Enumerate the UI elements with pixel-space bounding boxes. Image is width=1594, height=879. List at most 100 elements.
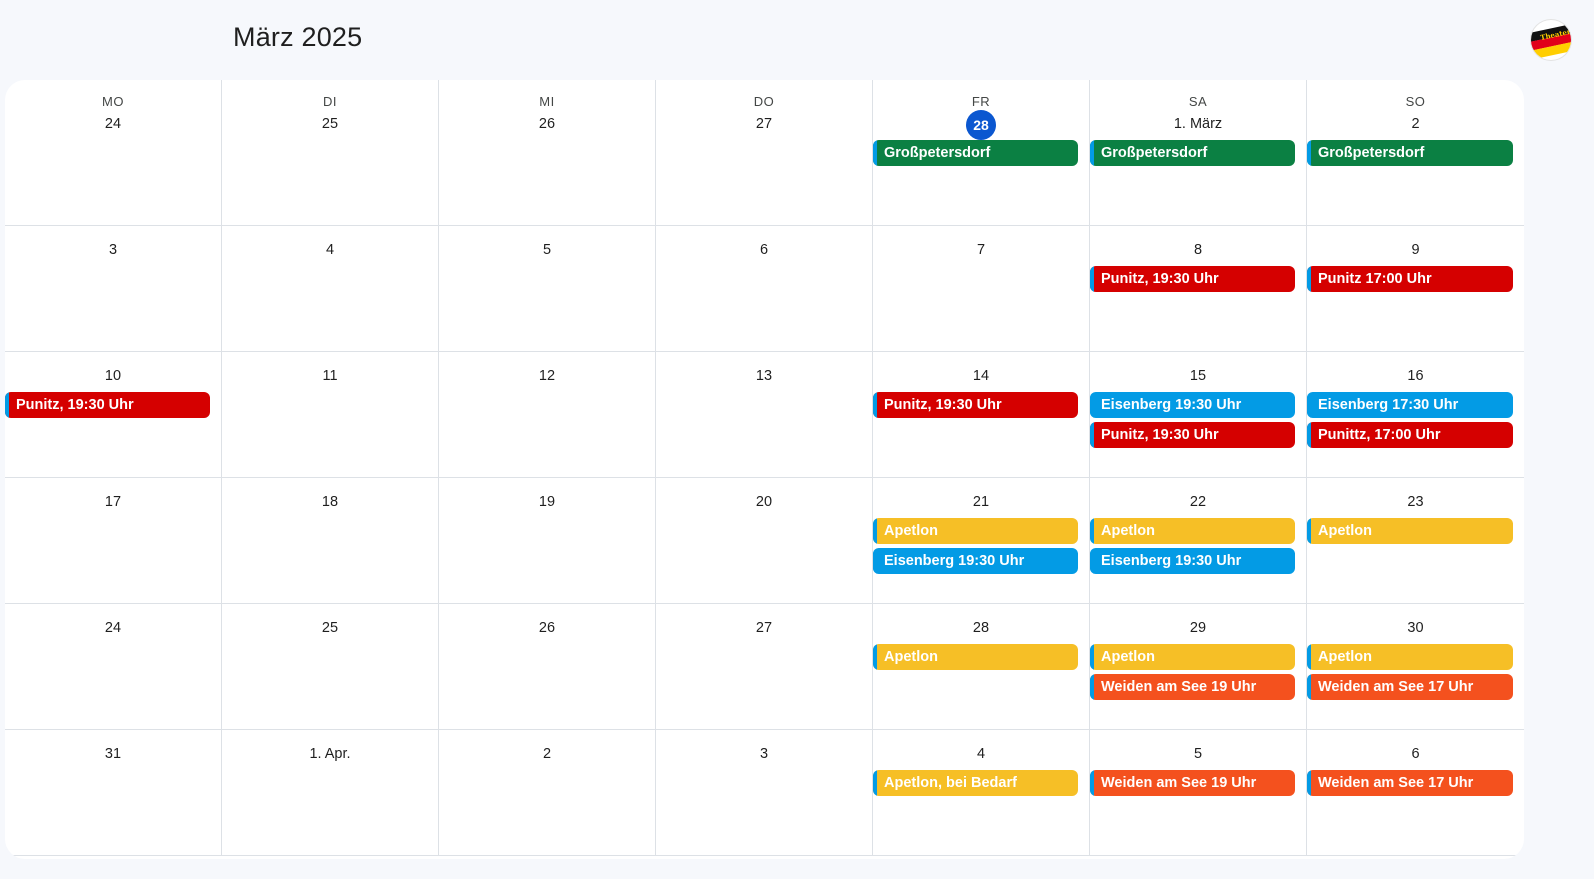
event-chip[interactable]: Großpetersdorf (873, 140, 1078, 166)
event-chip[interactable]: Apetlon, bei Bedarf (873, 770, 1078, 796)
date-number[interactable]: 25 (222, 614, 438, 642)
day-cell[interactable]: SA 1. März Großpetersdorf (1090, 80, 1307, 226)
day-cell[interactable]: DI 25 (222, 80, 439, 226)
date-number[interactable]: 13 (656, 362, 872, 390)
date-number[interactable]: 12 (439, 362, 655, 390)
date-number[interactable]: 10 (5, 362, 221, 390)
date-number[interactable]: 3 (656, 740, 872, 768)
date-number[interactable]: 4 (222, 236, 438, 264)
date-number[interactable]: 9 (1307, 236, 1524, 264)
day-cell[interactable]: 1. Apr. (222, 730, 439, 856)
day-cell[interactable]: 4 (222, 226, 439, 352)
day-cell[interactable]: 18 (222, 478, 439, 604)
day-cell[interactable]: 3 (5, 226, 222, 352)
date-number[interactable]: 3 (5, 236, 221, 264)
day-cell[interactable]: 29 Apetlon Weiden am See 19 Uhr (1090, 604, 1307, 730)
day-cell[interactable]: 31 (5, 730, 222, 856)
date-number[interactable]: 1. Apr. (222, 740, 438, 768)
account-avatar[interactable]: Theater (1531, 20, 1571, 60)
date-number[interactable]: 7 (873, 236, 1089, 264)
day-cell[interactable]: 20 (656, 478, 873, 604)
event-chip[interactable]: Punitz, 19:30 Uhr (5, 392, 210, 418)
event-chip[interactable]: Apetlon (1307, 518, 1513, 544)
day-cell[interactable]: 11 (222, 352, 439, 478)
day-cell[interactable]: 3 (656, 730, 873, 856)
event-chip[interactable]: Weiden am See 17 Uhr (1307, 770, 1513, 796)
date-number[interactable]: 30 (1307, 614, 1524, 642)
event-chip[interactable]: Eisenberg 19:30 Uhr (873, 548, 1078, 574)
date-number[interactable]: 25 (222, 110, 438, 138)
date-number[interactable]: 21 (873, 488, 1089, 516)
date-number[interactable]: 29 (1090, 614, 1306, 642)
date-number[interactable]: 23 (1307, 488, 1524, 516)
day-cell[interactable]: 2 (439, 730, 656, 856)
date-number[interactable]: 28 (873, 614, 1089, 642)
day-cell[interactable]: SO 2 Großpetersdorf (1307, 80, 1524, 226)
date-number[interactable]: 16 (1307, 362, 1524, 390)
day-cell[interactable]: 21 Apetlon Eisenberg 19:30 Uhr (873, 478, 1090, 604)
day-cell[interactable]: 30 Apetlon Weiden am See 17 Uhr (1307, 604, 1524, 730)
day-cell[interactable]: 9 Punitz 17:00 Uhr (1307, 226, 1524, 352)
day-cell[interactable]: 24 (5, 604, 222, 730)
event-chip[interactable]: Punitz, 19:30 Uhr (873, 392, 1078, 418)
date-number[interactable]: 24 (5, 110, 221, 138)
event-chip[interactable]: Apetlon (1307, 644, 1513, 670)
event-chip[interactable]: Punitz, 19:30 Uhr (1090, 266, 1295, 292)
event-chip[interactable]: Eisenberg 19:30 Uhr (1090, 548, 1295, 574)
day-cell[interactable]: 28 Apetlon (873, 604, 1090, 730)
day-cell[interactable]: 15 Eisenberg 19:30 Uhr Punitz, 19:30 Uhr (1090, 352, 1307, 478)
date-number[interactable]: 5 (1090, 740, 1306, 768)
event-chip[interactable]: Apetlon (1090, 518, 1295, 544)
date-number[interactable]: 26 (439, 110, 655, 138)
date-number[interactable]: 8 (1090, 236, 1306, 264)
date-number[interactable]: 2 (439, 740, 655, 768)
date-number[interactable]: 26 (439, 614, 655, 642)
today-date-number[interactable]: 28 (873, 110, 1089, 140)
date-number[interactable]: 11 (222, 362, 438, 390)
event-chip[interactable]: Eisenberg 19:30 Uhr (1090, 392, 1295, 418)
event-chip[interactable]: Weiden am See 19 Uhr (1090, 674, 1295, 700)
day-cell[interactable]: 17 (5, 478, 222, 604)
event-chip[interactable]: Apetlon (873, 518, 1078, 544)
day-cell[interactable]: 8 Punitz, 19:30 Uhr (1090, 226, 1307, 352)
date-number[interactable]: 15 (1090, 362, 1306, 390)
date-number[interactable]: 19 (439, 488, 655, 516)
day-cell[interactable]: MI 26 (439, 80, 656, 226)
date-number[interactable]: 17 (5, 488, 221, 516)
date-number[interactable]: 22 (1090, 488, 1306, 516)
day-cell[interactable]: 26 (439, 604, 656, 730)
date-number[interactable]: 24 (5, 614, 221, 642)
day-cell[interactable]: 7 (873, 226, 1090, 352)
day-cell[interactable]: 14 Punitz, 19:30 Uhr (873, 352, 1090, 478)
day-cell[interactable]: 22 Apetlon Eisenberg 19:30 Uhr (1090, 478, 1307, 604)
day-cell[interactable]: 25 (222, 604, 439, 730)
event-chip[interactable]: Apetlon (1090, 644, 1295, 670)
event-chip[interactable]: Weiden am See 19 Uhr (1090, 770, 1295, 796)
day-cell[interactable]: DO 27 (656, 80, 873, 226)
date-number[interactable]: 5 (439, 236, 655, 264)
date-number[interactable]: 20 (656, 488, 872, 516)
event-chip[interactable]: Eisenberg 17:30 Uhr (1307, 392, 1513, 418)
date-number[interactable]: 6 (1307, 740, 1524, 768)
date-number[interactable]: 1. März (1090, 110, 1306, 138)
event-chip[interactable]: Punittz, 17:00 Uhr (1307, 422, 1513, 448)
date-number[interactable]: 4 (873, 740, 1089, 768)
event-chip[interactable]: Großpetersdorf (1090, 140, 1295, 166)
day-cell[interactable]: 12 (439, 352, 656, 478)
event-chip[interactable]: Großpetersdorf (1307, 140, 1513, 166)
day-cell[interactable]: 5 Weiden am See 19 Uhr (1090, 730, 1307, 856)
date-number[interactable]: 18 (222, 488, 438, 516)
day-cell[interactable]: 10 Punitz, 19:30 Uhr (5, 352, 222, 478)
day-cell[interactable]: 13 (656, 352, 873, 478)
date-number[interactable]: 27 (656, 110, 872, 138)
day-cell[interactable]: 27 (656, 604, 873, 730)
day-cell[interactable]: MO 24 (5, 80, 222, 226)
day-cell[interactable]: 4 Apetlon, bei Bedarf (873, 730, 1090, 856)
date-number[interactable]: 31 (5, 740, 221, 768)
date-number[interactable]: 27 (656, 614, 872, 642)
day-cell[interactable]: 19 (439, 478, 656, 604)
event-chip[interactable]: Punitz 17:00 Uhr (1307, 266, 1513, 292)
day-cell[interactable]: 23 Apetlon (1307, 478, 1524, 604)
date-number[interactable]: 14 (873, 362, 1089, 390)
event-chip[interactable]: Apetlon (873, 644, 1078, 670)
